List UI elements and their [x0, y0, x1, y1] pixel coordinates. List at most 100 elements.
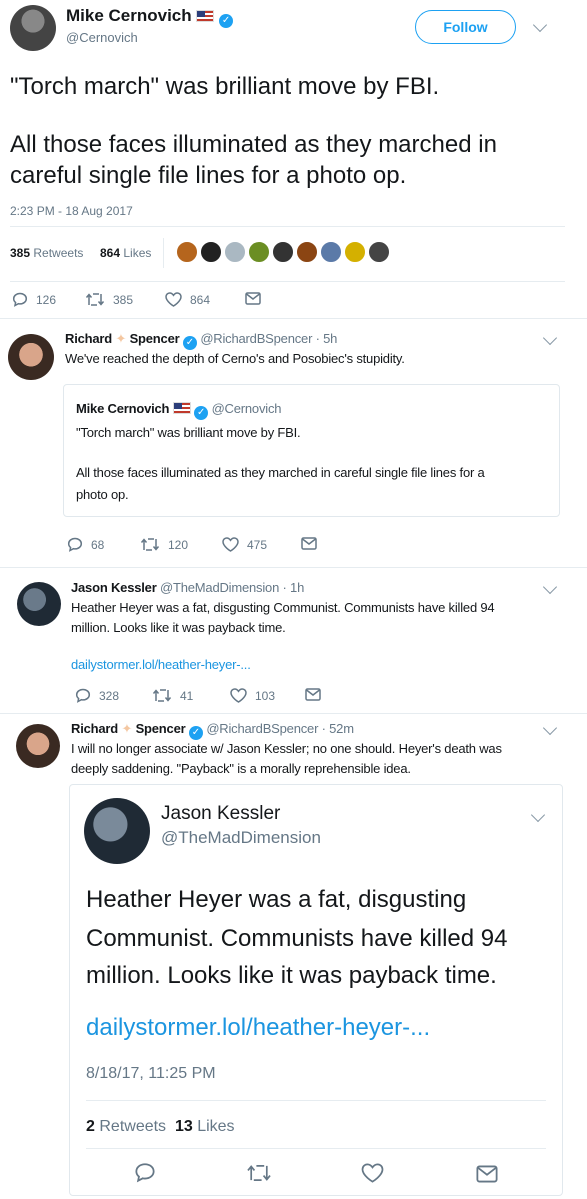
quoted-author-handle: @Cernovich [211, 401, 282, 416]
chevron-down-icon[interactable] [532, 17, 548, 33]
retweet-stat-count: 385 [10, 246, 31, 260]
message-button[interactable] [301, 537, 325, 550]
reply-button[interactable]: 328 [75, 688, 119, 703]
avatar[interactable] [248, 241, 270, 263]
like-button[interactable]: 864 [165, 292, 210, 307]
retweet-button[interactable]: 120 [140, 537, 188, 552]
retweet-stat-label: Retweets [33, 246, 84, 260]
tweet-text-line: deeply saddening. "Payback" is a morally… [71, 761, 411, 776]
like-count: 103 [255, 688, 276, 703]
message-icon [476, 1165, 498, 1183]
like-button[interactable]: 475 [222, 537, 267, 552]
avatar[interactable] [176, 241, 198, 263]
reply-count: 328 [99, 688, 120, 703]
avatar[interactable] [320, 241, 342, 263]
embedded-like-label: Likes [197, 1118, 235, 1135]
message-icon [245, 292, 261, 305]
embedded-reply-icon [134, 1162, 156, 1188]
us-flag-icon [196, 10, 215, 22]
tweet-text-line: careful single file lines for a photo op… [10, 162, 407, 189]
like-stat-count: 864 [100, 246, 121, 260]
retweet-stat[interactable]: 385 Retweets [10, 246, 83, 260]
reply-button[interactable]: 68 [67, 537, 104, 552]
retweet-count: 120 [168, 537, 189, 552]
quoted-text-line: "Torch march" was brilliant move by FBI. [76, 425, 301, 440]
avatar[interactable] [16, 724, 60, 768]
author-handle[interactable]: @RichardBSpencer · 5h [200, 331, 337, 346]
like-stat[interactable]: 864 Likes [100, 246, 151, 260]
avatar[interactable] [344, 241, 366, 263]
embedded-author-handle: @TheMadDimension [161, 828, 321, 847]
tweet-text-line: million. Looks like it was payback time. [71, 620, 286, 635]
reply-icon [67, 537, 83, 552]
reply-icon [12, 292, 28, 307]
quoted-text-line: photo op. [76, 487, 129, 502]
verified-icon: ✓ [182, 336, 197, 350]
avatar[interactable] [200, 241, 222, 263]
chevron-down-icon [530, 807, 546, 823]
retweet-count: 41 [180, 688, 194, 703]
quoted-author-name: Mike Cernovich [76, 401, 170, 416]
retweet-icon [247, 1165, 271, 1181]
chevron-down-icon[interactable] [542, 330, 558, 346]
author-handle[interactable]: @TheMadDimension · 1h [160, 580, 304, 595]
us-flag-icon [172, 402, 191, 414]
embedded-author-name: Jason Kessler [161, 803, 281, 824]
embedded-like-icon [361, 1163, 384, 1188]
follow-button[interactable]: Follow [415, 10, 516, 44]
likers-avatars[interactable] [176, 241, 392, 263]
reply-icon [75, 688, 91, 703]
tweet-text-line: Heather Heyer was a fat, disgusting Comm… [71, 600, 495, 615]
quoted-tweet[interactable]: Mike Cernovich ✓ @Cernovich "Torch march… [63, 384, 560, 517]
message-button[interactable] [245, 292, 269, 305]
embedded-text-line: million. Looks like it was payback time. [86, 962, 497, 989]
like-count: 864 [190, 292, 211, 307]
avatar[interactable] [296, 241, 318, 263]
author-handle[interactable]: @Cernovich [66, 30, 138, 45]
embedded-link: dailystormer.lol/heather-heyer-... [86, 1014, 431, 1041]
author-name[interactable]: Richard [71, 721, 118, 736]
author-handle[interactable]: @RichardBSpencer · 52m [206, 721, 354, 736]
author-name[interactable]: Richard [65, 331, 112, 346]
like-icon [230, 688, 247, 703]
embedded-stats: 2 Retweets 13 Likes [86, 1118, 235, 1136]
retweet-button[interactable]: 41 [152, 688, 193, 703]
like-icon [361, 1163, 384, 1183]
avatar[interactable] [272, 241, 294, 263]
reply-count: 68 [91, 537, 105, 552]
embedded-retweet-label: Retweets [99, 1118, 167, 1135]
retweet-button[interactable]: 385 [85, 292, 133, 307]
timestamp[interactable]: 2:23 PM - 18 Aug 2017 [10, 204, 133, 218]
tweet-text-line: "Torch march" was brilliant move by FBI. [10, 73, 440, 100]
message-button[interactable] [305, 688, 329, 701]
embedded-text-line: Heather Heyer was a fat, disgusting [86, 886, 467, 913]
author-name[interactable]: Jason Kessler [71, 580, 157, 595]
reply-button[interactable]: 126 [12, 292, 56, 307]
chevron-down-icon[interactable] [542, 720, 558, 736]
tweet-text-line: All those faces illuminated as they marc… [10, 131, 497, 158]
retweet-icon [85, 293, 105, 306]
author-name-last[interactable]: Spencer [136, 721, 186, 736]
chevron-down-icon[interactable] [542, 579, 558, 595]
retweet-icon [152, 689, 172, 702]
embedded-retweet-count: 2 [86, 1118, 95, 1135]
quoted-text-line: All those faces illuminated as they marc… [76, 465, 485, 480]
like-icon [222, 537, 239, 552]
like-count: 475 [247, 537, 268, 552]
like-button[interactable]: 103 [230, 688, 275, 703]
avatar[interactable] [224, 241, 246, 263]
like-stat-label: Likes [123, 246, 152, 260]
avatar[interactable] [10, 5, 56, 51]
message-icon [305, 688, 321, 701]
avatar[interactable] [368, 241, 390, 263]
verified-icon: ✓ [219, 14, 234, 28]
tweet-link[interactable]: dailystormer.lol/heather-heyer-... [71, 657, 251, 672]
author-name-last[interactable]: Spencer [130, 331, 180, 346]
avatar [84, 798, 150, 864]
avatar[interactable] [17, 582, 61, 626]
author-name[interactable]: Mike Cernovich [66, 6, 192, 25]
like-icon [165, 292, 182, 307]
embedded-tweet-screenshot[interactable]: Jason Kessler @TheMadDimension Heather H… [69, 784, 563, 1196]
message-icon [301, 537, 317, 550]
avatar[interactable] [8, 334, 54, 380]
